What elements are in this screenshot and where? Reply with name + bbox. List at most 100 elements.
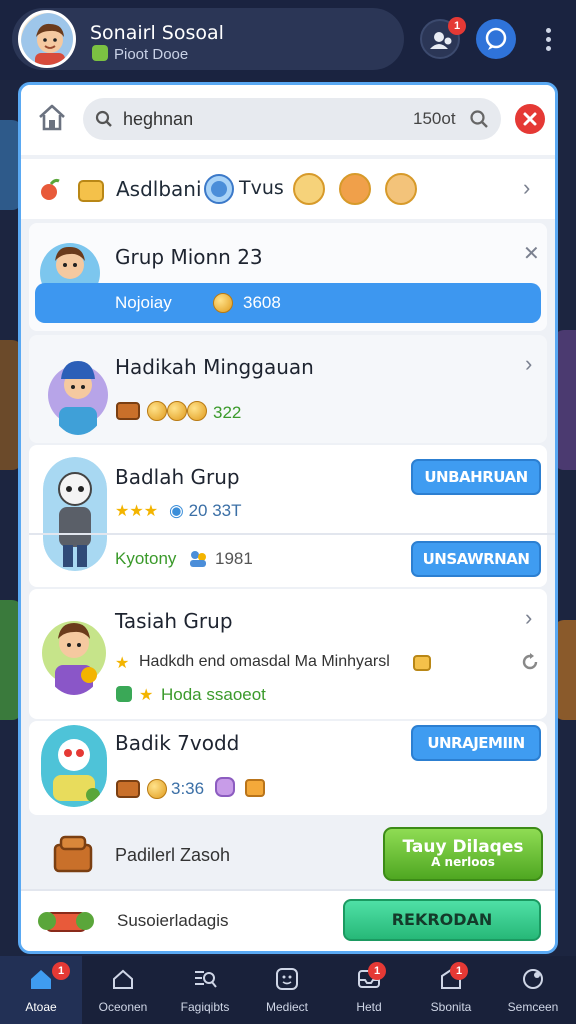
reward-row: Padilerl Zasoh Tauy Dilaqes A nerloos <box>21 823 555 887</box>
avatar <box>41 603 107 695</box>
group-card[interactable]: Badlah Grup UNBAHRUAN ★★★ ◉ 20 33T Kyoto… <box>29 445 555 587</box>
bar-label: Nojoiay <box>115 293 172 312</box>
group-title: Tasiah Grup <box>115 609 233 633</box>
chat-button[interactable] <box>476 19 516 59</box>
gift-icon <box>38 912 94 932</box>
home-icon[interactable] <box>35 101 69 135</box>
trophy-icon[interactable] <box>293 173 325 205</box>
jar-icon <box>215 777 235 797</box>
group-card[interactable]: Tasiah Grup › ★ Hadkdh end omasdal Ma Mi… <box>29 589 547 719</box>
avatar <box>41 725 107 807</box>
search-icon[interactable] <box>469 109 489 129</box>
star-icon: ★★★ <box>115 503 159 520</box>
nav-item-store[interactable]: 1 Sbonita <box>410 956 492 1024</box>
coin-icon <box>147 401 167 421</box>
join-button[interactable]: UNRAJEMIIN <box>411 725 541 761</box>
group-card[interactable]: Badik 7vodd UNRAJEMIIN 3:36 <box>29 721 547 815</box>
chest-icon <box>116 780 140 798</box>
recommend-label: Susoierladagis <box>117 911 229 930</box>
star-icon: ★ <box>139 687 154 704</box>
recommend-button[interactable]: REKRODAN <box>343 899 541 941</box>
users-icon <box>190 551 206 567</box>
group-progress-bar[interactable]: Nojoiay 3608 <box>35 283 541 323</box>
group-value: 322 <box>213 403 242 422</box>
group-description: Hadkdh end omasdal Ma Minhyarsl <box>139 653 390 670</box>
profile-subtitle: Pioot Dooe <box>92 45 188 63</box>
reward-label: Padilerl Zasoh <box>115 845 231 865</box>
claim-button[interactable]: Tauy Dilaqes A nerloos <box>383 827 543 881</box>
notification-badge: 1 <box>448 17 466 35</box>
notification-badge: 1 <box>450 962 468 980</box>
divider <box>29 533 555 535</box>
box-icon <box>245 779 265 797</box>
box-icon <box>78 180 104 202</box>
profile-subtitle-text: Pioot Dooe <box>114 46 189 63</box>
nav-item-search[interactable]: Fagiqibts <box>164 956 246 1024</box>
nav-item-media[interactable]: Mediect <box>246 956 328 1024</box>
bottom-nav: 1 Atoae Oceonen Fagiqibts Mediect 1 Hetd… <box>0 956 576 1024</box>
nav-label: Atoae <box>25 1000 57 1014</box>
search-input[interactable] <box>123 98 423 140</box>
top-bar: Sonairl Sosoal Pioot Dooe 1 <box>0 0 576 80</box>
close-icon[interactable]: ✕ <box>523 241 540 266</box>
nav-item-messages[interactable]: 1 Hetd <box>328 956 410 1024</box>
nav-item-explore[interactable]: Oceonen <box>82 956 164 1024</box>
nav-label: Hetd <box>356 1000 382 1014</box>
bar-value: 3608 <box>243 293 281 312</box>
nav-label: Semceen <box>507 1000 559 1014</box>
group-status: Kyotony <box>115 549 177 568</box>
join-button[interactable]: UNBAHRUAN <box>411 459 541 495</box>
join-button[interactable]: UNSAWRNAN <box>411 541 541 577</box>
avatar[interactable] <box>18 10 76 68</box>
group-title: Badlah Grup <box>115 465 240 489</box>
badge-icon <box>204 174 234 204</box>
chest-icon <box>53 835 93 873</box>
coin-icon <box>187 401 207 421</box>
claim-button-sublabel: A nerloos <box>431 855 495 869</box>
fruit-icon <box>41 178 60 200</box>
search-box[interactable]: 150ot <box>83 98 501 140</box>
nav-label: Sbonita <box>430 1000 472 1014</box>
nav-item-settings[interactable]: Semceen <box>492 956 574 1024</box>
nav-label: Oceonen <box>98 1000 148 1014</box>
category-row[interactable]: Asdlbani Tvus › <box>21 159 555 219</box>
more-menu-icon[interactable] <box>540 28 556 52</box>
group-title: Grup Mionn 23 <box>115 245 263 269</box>
search-icon <box>95 110 112 127</box>
profile-pill[interactable]: Sonairl Sosoal Pioot Dooe <box>12 8 404 70</box>
category-tag: Tvus <box>239 177 284 199</box>
star-icon: ★ <box>115 655 130 672</box>
nav-label: Mediect <box>265 1000 309 1014</box>
chat-icon <box>485 27 507 50</box>
search-count: 150ot <box>413 109 456 128</box>
chest-icon[interactable] <box>339 173 371 205</box>
member-count: 1981 <box>215 549 253 568</box>
close-button[interactable] <box>515 104 545 134</box>
coin-icon <box>167 401 187 421</box>
chevron-right-icon[interactable]: › <box>523 175 530 201</box>
refresh-icon[interactable] <box>519 651 541 673</box>
friends-button[interactable]: 1 <box>420 17 466 59</box>
avatar <box>43 457 107 571</box>
jar-icon[interactable] <box>385 173 417 205</box>
group-title: Hadikah Minggauan <box>115 355 314 379</box>
gem-icon <box>116 686 132 702</box>
chevron-right-icon[interactable]: › <box>525 351 532 377</box>
group-value: 3:36 <box>171 779 205 798</box>
rating-value: ◉ 20 33T <box>169 501 242 520</box>
chest-icon <box>116 402 140 420</box>
coin-icon <box>213 293 233 313</box>
nav-item-home[interactable]: 1 Atoae <box>0 956 82 1024</box>
gem-icon <box>92 45 108 61</box>
category-label: Asdlbani <box>116 177 202 201</box>
home-icon <box>31 970 51 989</box>
search-list-icon <box>195 971 217 988</box>
rating-text: 20 33T <box>188 501 242 520</box>
profile-settings-icon <box>523 969 543 989</box>
avatar <box>47 345 109 435</box>
notification-badge: 1 <box>368 962 386 980</box>
home-outline-icon <box>113 969 133 989</box>
coin-icon <box>147 779 167 799</box>
chevron-right-icon[interactable]: › <box>525 605 532 631</box>
group-card[interactable]: Hadikah Minggauan › 322 <box>29 335 547 443</box>
